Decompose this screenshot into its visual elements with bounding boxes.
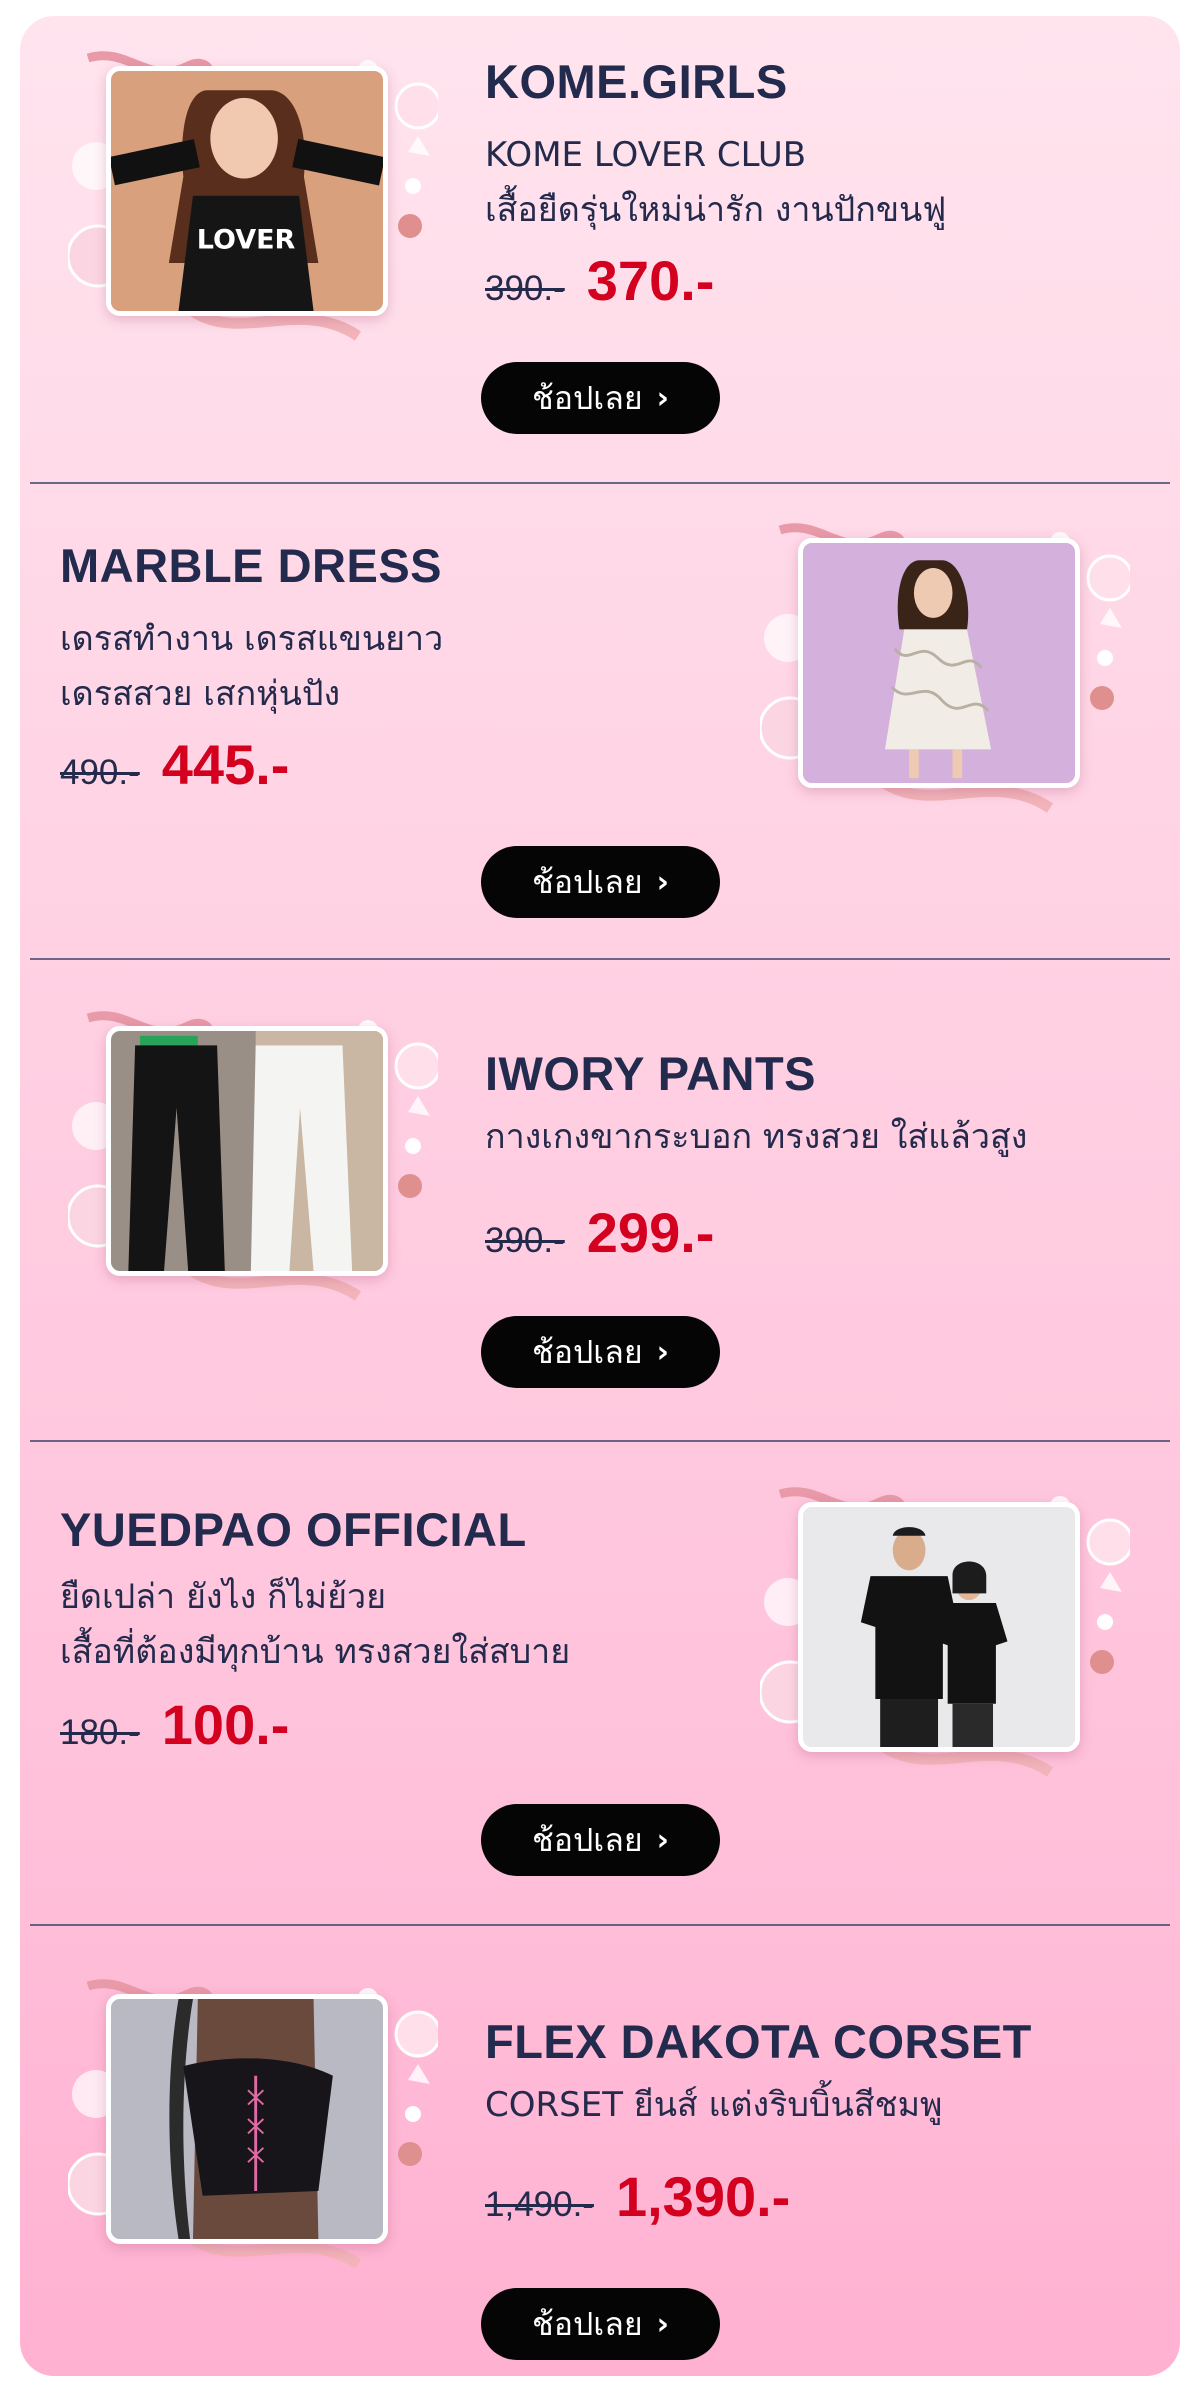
chevron-right-icon: › xyxy=(656,864,669,900)
sale-price: 370.- xyxy=(586,249,715,312)
sale-price: 1,390.- xyxy=(615,2165,791,2228)
chevron-right-icon: › xyxy=(656,1822,669,1858)
product-title: YUEDPAO OFFICIAL xyxy=(60,1503,527,1556)
product-photo xyxy=(798,1502,1080,1752)
product-description: CORSET ยีนส์ แต่งริบบิ้นสีชมพู xyxy=(485,2078,942,2133)
shop-now-button[interactable]: ช้อปเลย › xyxy=(481,362,720,434)
product-card-flex-dakota-corset: FLEX DAKOTA CORSET CORSET ยีนส์ แต่งริบบ… xyxy=(20,1926,1180,2376)
product-image-frame xyxy=(760,518,1130,828)
product-card-marble-dress: MARBLE DRESS เดรสทำงาน เดรสแขนยาว เดรสสว… xyxy=(20,484,1180,958)
sale-price: 445.- xyxy=(161,733,290,796)
product-card-kome-girls: LOVER KOME.GIRLS KOME LOVER CLUB เสื้อยื… xyxy=(20,16,1180,482)
description-line: เดรสทำงาน เดรสแขนยาว xyxy=(60,619,444,659)
original-price: 390.- xyxy=(485,1221,565,1260)
shop-now-label: ช้อปเลย xyxy=(532,862,643,901)
product-title: MARBLE DRESS xyxy=(60,539,443,592)
original-price: 390.- xyxy=(485,269,565,308)
shop-now-button[interactable]: ช้อปเลย › xyxy=(481,846,720,918)
product-description: KOME LOVER CLUB เสื้อยืดรุ่นใหม่น่ารัก ง… xyxy=(485,128,946,238)
product-image-frame: LOVER xyxy=(68,46,438,356)
price-row: 390.- 370.- xyxy=(485,248,714,313)
chevron-right-icon: › xyxy=(656,380,669,416)
product-photo: LOVER xyxy=(106,66,388,316)
shop-now-label: ช้อปเลย xyxy=(532,1820,643,1859)
svg-text:LOVER: LOVER xyxy=(197,225,296,256)
sale-price: 299.- xyxy=(586,1201,715,1264)
shop-now-button[interactable]: ช้อปเลย › xyxy=(481,1316,720,1388)
product-image-frame xyxy=(68,1974,438,2284)
original-price: 180.- xyxy=(60,1713,140,1752)
shop-now-label: ช้อปเลย xyxy=(532,1332,643,1371)
product-photo xyxy=(106,1026,388,1276)
price-row: 390.- 299.- xyxy=(485,1200,714,1265)
product-title: KOME.GIRLS xyxy=(485,55,788,108)
sale-price: 100.- xyxy=(161,1693,290,1756)
description-line: CORSET ยีนส์ แต่งริบบิ้นสีชมพู xyxy=(485,2085,943,2125)
product-image-frame xyxy=(760,1482,1130,1792)
product-title: FLEX DAKOTA CORSET xyxy=(485,2015,1032,2068)
description-line: กางเกงขากระบอก ทรงสวย ใส่แล้วสูง xyxy=(485,1117,1028,1157)
product-photo xyxy=(798,538,1080,788)
price-row: 490.- 445.- xyxy=(60,732,289,797)
original-price: 490.- xyxy=(60,753,140,792)
shop-now-label: ช้อปเลย xyxy=(532,378,643,417)
description-line: เดรสสวย เสกหุ่นปัง xyxy=(60,674,341,714)
promo-panel: LOVER KOME.GIRLS KOME LOVER CLUB เสื้อยื… xyxy=(20,16,1180,2376)
product-card-yuedpao-official: YUEDPAO OFFICIAL ยืดเปล่า ยังไง ก็ไม่ย้ว… xyxy=(20,1442,1180,1924)
shop-now-button[interactable]: ช้อปเลย › xyxy=(481,2288,720,2360)
product-description: กางเกงขากระบอก ทรงสวย ใส่แล้วสูง xyxy=(485,1110,1027,1165)
shop-now-button[interactable]: ช้อปเลย › xyxy=(481,1804,720,1876)
product-description: ยืดเปล่า ยังไง ก็ไม่ย้วย เสื้อที่ต้องมีท… xyxy=(60,1570,570,1680)
description-line: KOME LOVER CLUB xyxy=(485,135,807,175)
chevron-right-icon: › xyxy=(656,1334,669,1370)
product-title: IWORY PANTS xyxy=(485,1047,817,1100)
description-line: ยืดเปล่า ยังไง ก็ไม่ย้วย xyxy=(60,1577,387,1617)
product-card-iwory-pants: IWORY PANTS กางเกงขากระบอก ทรงสวย ใส่แล้… xyxy=(20,960,1180,1440)
description-line: เสื้อที่ต้องมีทุกบ้าน ทรงสวยใส่สบาย xyxy=(60,1632,571,1672)
product-photo xyxy=(106,1994,388,2244)
shop-now-label: ช้อปเลย xyxy=(532,2304,643,2343)
original-price: 1,490.- xyxy=(485,2185,594,2224)
price-row: 1,490.- 1,390.- xyxy=(485,2164,790,2229)
description-line: เสื้อยืดรุ่นใหม่น่ารัก งานปักขนฟู xyxy=(485,190,947,230)
product-description: เดรสทำงาน เดรสแขนยาว เดรสสวย เสกหุ่นปัง xyxy=(60,612,443,722)
product-image-frame xyxy=(68,1006,438,1316)
chevron-right-icon: › xyxy=(656,2306,669,2342)
price-row: 180.- 100.- xyxy=(60,1692,289,1757)
